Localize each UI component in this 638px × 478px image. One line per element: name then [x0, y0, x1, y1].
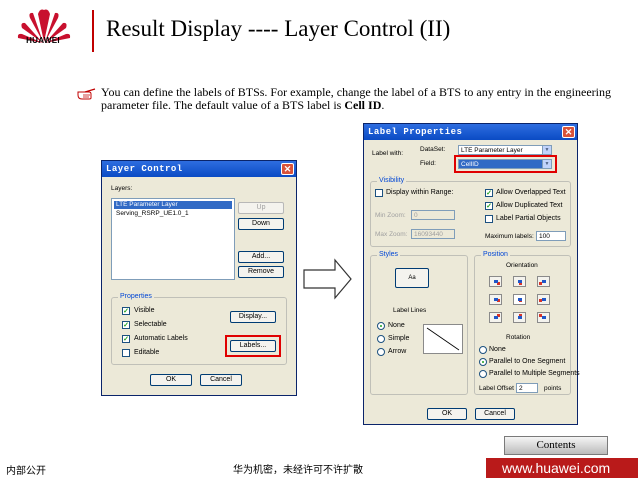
max-labels-input[interactable]: 100 [536, 231, 566, 241]
layer-control-title: Layer Control [102, 161, 296, 177]
max-labels-label: Maximum labels: [485, 233, 534, 240]
position-top-center[interactable] [513, 276, 526, 287]
properties-group: Properties ✓ Visible ✓ Selectable ✓ Auto… [111, 293, 287, 365]
editable-label: Editable [134, 349, 160, 356]
label-partial-label: Label Partial Objects [496, 215, 561, 222]
cancel-button[interactable]: Cancel [200, 374, 242, 386]
right-arrow-icon [303, 258, 352, 300]
position-middle-left[interactable] [489, 294, 502, 305]
styles-group: Styles Aa Label Lines None Simple Arrow [370, 251, 468, 395]
field-dropdown-highlight [454, 155, 557, 173]
label-lines-arrow-label: Arrow [388, 348, 407, 355]
label-offset-unit: points [544, 385, 562, 392]
rotation-none-label: None [489, 346, 506, 353]
position-group: Position Orientation Rotation None Paral… [474, 251, 580, 395]
visibility-group: Visibility Display within Range: Min Zoo… [370, 177, 571, 247]
logo-text: HUAWEI [26, 36, 60, 45]
add-button[interactable]: Add... [238, 251, 284, 263]
labels-button-highlight [225, 335, 281, 357]
footer-classification: 内部公开 [6, 466, 46, 477]
min-zoom-input[interactable]: 0 [411, 210, 455, 220]
ok-button[interactable]: OK [150, 374, 192, 386]
layers-list-item[interactable]: LTE Parameter Layer [114, 201, 232, 209]
visibility-group-label: Visibility [377, 177, 407, 184]
orientation-label: Orientation [506, 262, 538, 269]
display-within-range-label: Display within Range: [386, 189, 454, 196]
position-middle-right[interactable] [537, 294, 550, 305]
editable-checkbox[interactable] [122, 349, 130, 357]
label-line-preview-icon [423, 324, 463, 354]
visible-label: Visible [134, 307, 155, 314]
label-offset-label: Label Offset [479, 385, 514, 392]
contents-button[interactable]: Contents [504, 436, 608, 455]
close-icon[interactable]: ✕ [562, 126, 575, 138]
layers-list-item[interactable]: Serving_RSRP_UE1.0_1 [114, 210, 232, 218]
min-zoom-label: Min Zoom: [375, 212, 406, 219]
automatic-labels-checkbox[interactable]: ✓ [122, 335, 130, 343]
selectable-label: Selectable [134, 321, 167, 328]
style-sample-button[interactable]: Aa [395, 268, 429, 288]
display-within-range-checkbox[interactable] [375, 189, 383, 197]
cancel-button[interactable]: Cancel [475, 408, 515, 420]
position-bottom-right[interactable] [537, 312, 550, 323]
selectable-checkbox[interactable]: ✓ [122, 321, 130, 329]
rotation-multiple-segments-radio[interactable] [479, 370, 487, 378]
label-lines-arrow-radio[interactable] [377, 348, 385, 356]
layers-list[interactable]: LTE Parameter Layer Serving_RSRP_UE1.0_1 [111, 198, 235, 280]
max-zoom-input[interactable]: 16093440 [411, 229, 455, 239]
position-center[interactable] [513, 294, 526, 305]
title-separator [92, 10, 94, 52]
automatic-labels-label: Automatic Labels [134, 335, 188, 342]
label-properties-dialog: Label Properties ✕ Label with: DataSet: … [363, 123, 580, 425]
close-icon[interactable]: ✕ [281, 163, 294, 175]
label-lines-simple-label: Simple [388, 335, 410, 342]
label-properties-title: Label Properties [364, 124, 577, 140]
rotation-none-radio[interactable] [479, 346, 487, 354]
display-button[interactable]: Display... [230, 311, 276, 323]
styles-group-label: Styles [377, 251, 401, 258]
label-lines-label: Label Lines [393, 307, 427, 314]
label-lines-simple-radio[interactable] [377, 335, 385, 343]
position-top-left[interactable] [489, 276, 502, 287]
label-with-label: Label with: [372, 150, 404, 157]
visible-checkbox[interactable]: ✓ [122, 307, 130, 315]
bullet-bold: Cell ID [344, 98, 382, 112]
allow-duplicated-checkbox[interactable]: ✓ [485, 202, 493, 210]
up-button[interactable]: Up [238, 202, 284, 214]
pointing-hand-icon [77, 88, 96, 100]
dataset-dropdown[interactable]: LTE Parameter Layer ▼ [458, 145, 552, 155]
label-lines-none-label: None [388, 322, 405, 329]
properties-group-label: Properties [118, 293, 154, 300]
dataset-label: DataSet: [420, 146, 446, 153]
rotation-label: Rotation [506, 334, 531, 341]
rotation-multiple-segments-label: Parallel to Multiple Segments [489, 370, 580, 377]
position-bottom-center[interactable] [513, 312, 526, 323]
remove-button[interactable]: Remove [238, 266, 284, 278]
page-title: Result Display ---- Layer Control (II) [106, 16, 451, 41]
layer-control-dialog: Layer Control ✕ Layers: LTE Parameter La… [101, 160, 297, 396]
rotation-one-segment-label: Parallel to One Segment [489, 358, 566, 365]
label-lines-none-radio[interactable] [377, 322, 385, 330]
footer-url[interactable]: www.huawei.com [502, 460, 610, 476]
bullet-text: You can define the labels of BTSs. For e… [101, 85, 611, 112]
position-top-right[interactable] [537, 276, 550, 287]
position-bottom-left[interactable] [489, 312, 502, 323]
rotation-one-segment-radio[interactable] [479, 358, 487, 366]
allow-overlapped-checkbox[interactable]: ✓ [485, 189, 493, 197]
max-zoom-label: Max Zoom: [375, 231, 408, 238]
label-offset-input[interactable]: 2 [516, 383, 538, 393]
footer-confidential: 华为机密，未经许可不许扩散 [233, 465, 363, 476]
label-partial-checkbox[interactable] [485, 215, 493, 223]
allow-duplicated-label: Allow Duplicated Text [496, 202, 563, 209]
down-button[interactable]: Down [238, 218, 284, 230]
field-label: Field: [420, 160, 436, 167]
allow-overlapped-label: Allow Overlapped Text [496, 189, 566, 196]
chevron-down-icon: ▼ [542, 146, 551, 154]
ok-button[interactable]: OK [427, 408, 467, 420]
layers-label: Layers: [111, 185, 133, 192]
position-group-label: Position [481, 251, 510, 258]
